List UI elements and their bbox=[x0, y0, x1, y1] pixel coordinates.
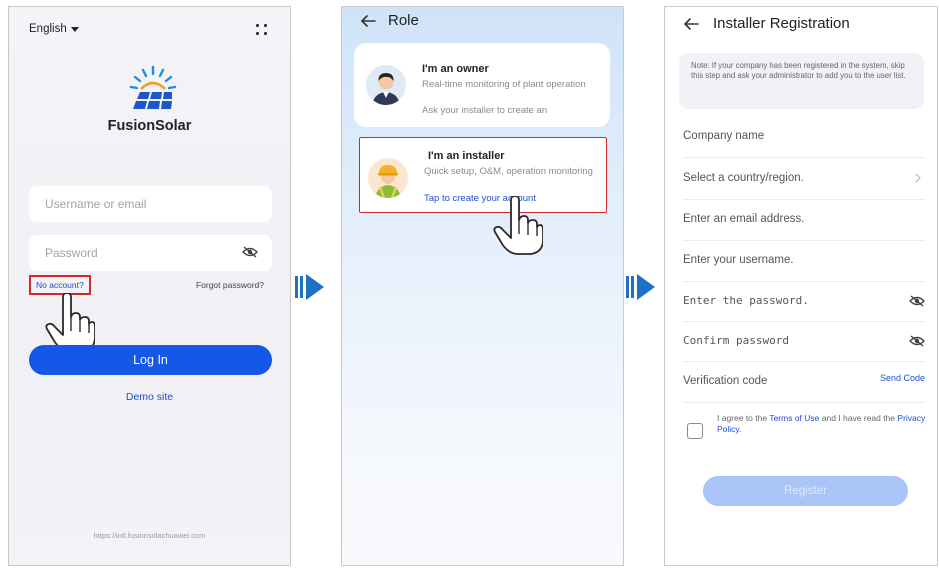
login-button[interactable]: Log In bbox=[29, 345, 272, 375]
app-name: FusionSolar bbox=[107, 118, 192, 134]
username-input[interactable]: Username or email bbox=[29, 186, 272, 222]
username-input[interactable]: Enter your username. bbox=[683, 242, 925, 282]
hand-pointer-icon bbox=[493, 196, 543, 255]
verification-code-input[interactable]: Verification code Send Code bbox=[683, 363, 925, 403]
grid-menu-icon[interactable] bbox=[256, 24, 268, 36]
flow-arrow-icon bbox=[295, 274, 324, 300]
agreement-text: I agree to the Terms of Use and I have r… bbox=[717, 413, 927, 435]
confirm-password-input[interactable]: Confirm password bbox=[683, 322, 925, 362]
installer-title: I'm an installer bbox=[428, 150, 505, 162]
agree-prefix: I agree to the bbox=[717, 413, 768, 423]
country-region-select[interactable]: Select a country/region. bbox=[683, 160, 925, 200]
flow-arrow-icon bbox=[626, 274, 655, 300]
tutorial-figure: English FusionSolar Username or email Pa… bbox=[0, 0, 939, 569]
registration-screen: Installer Registration Note: If your com… bbox=[664, 6, 938, 566]
back-arrow-icon[interactable] bbox=[360, 14, 376, 27]
demo-site-link[interactable]: Demo site bbox=[9, 391, 290, 403]
installer-description: Quick setup, O&M, operation monitoring bbox=[424, 166, 593, 177]
username-placeholder: Username or email bbox=[45, 197, 147, 211]
password-input[interactable]: Password bbox=[29, 235, 272, 271]
page-title: Installer Registration bbox=[713, 15, 850, 32]
hand-pointer-icon bbox=[45, 293, 95, 352]
login-screen: English FusionSolar Username or email Pa… bbox=[8, 6, 291, 566]
back-arrow-icon[interactable] bbox=[683, 17, 699, 30]
email-input[interactable]: Enter an email address. bbox=[683, 201, 925, 241]
language-selector[interactable]: English bbox=[29, 23, 79, 35]
eye-slash-icon[interactable] bbox=[909, 295, 925, 307]
send-code-button[interactable]: Send Code bbox=[880, 373, 925, 383]
agree-middle: and I have read the bbox=[821, 413, 896, 423]
owner-title: I'm an owner bbox=[422, 63, 489, 75]
agree-checkbox[interactable] bbox=[687, 423, 703, 439]
chevron-right-icon bbox=[915, 173, 921, 183]
username-placeholder: Enter your username. bbox=[683, 254, 794, 266]
role-screen: Role I'm an owner Real-time monitoring o… bbox=[341, 6, 624, 566]
installer-avatar-icon bbox=[368, 158, 408, 198]
owner-hint: Ask your installer to create an bbox=[422, 105, 548, 116]
password-input[interactable]: Enter the password. bbox=[683, 282, 925, 322]
country-region-placeholder: Select a country/region. bbox=[683, 172, 804, 184]
owner-role-card[interactable]: I'm an owner Real-time monitoring of pla… bbox=[354, 43, 610, 127]
password-placeholder: Enter the password. bbox=[683, 294, 809, 307]
password-placeholder: Password bbox=[45, 246, 98, 260]
owner-description: Real-time monitoring of plant operation bbox=[422, 79, 586, 90]
server-url: https://intl.fusionsolachuawei.com bbox=[93, 531, 206, 540]
forgot-password-link[interactable]: Forgot password? bbox=[196, 280, 264, 290]
verification-code-placeholder: Verification code bbox=[683, 375, 768, 387]
owner-avatar-icon bbox=[366, 65, 406, 105]
installer-role-card[interactable]: I'm an installer Quick setup, O&M, opera… bbox=[359, 137, 607, 213]
page-title: Role bbox=[388, 12, 419, 29]
role-header: Role bbox=[360, 12, 419, 29]
solar-logo-icon bbox=[129, 65, 177, 109]
caret-down-icon bbox=[70, 26, 79, 32]
company-name-input[interactable]: Company name bbox=[683, 118, 925, 158]
eye-slash-icon[interactable] bbox=[242, 246, 258, 258]
eye-slash-icon[interactable] bbox=[909, 335, 925, 347]
company-name-placeholder: Company name bbox=[683, 130, 765, 142]
no-account-link[interactable]: No account? bbox=[29, 275, 91, 295]
email-placeholder: Enter an email address. bbox=[683, 213, 805, 225]
registration-header: Installer Registration bbox=[683, 15, 850, 32]
register-button[interactable]: Register bbox=[703, 476, 908, 506]
language-label: English bbox=[29, 23, 67, 35]
registration-note: Note: If your company has been registere… bbox=[679, 53, 924, 109]
terms-of-use-link[interactable]: Terms of Use bbox=[769, 413, 819, 423]
confirm-password-placeholder: Confirm password bbox=[683, 334, 789, 347]
